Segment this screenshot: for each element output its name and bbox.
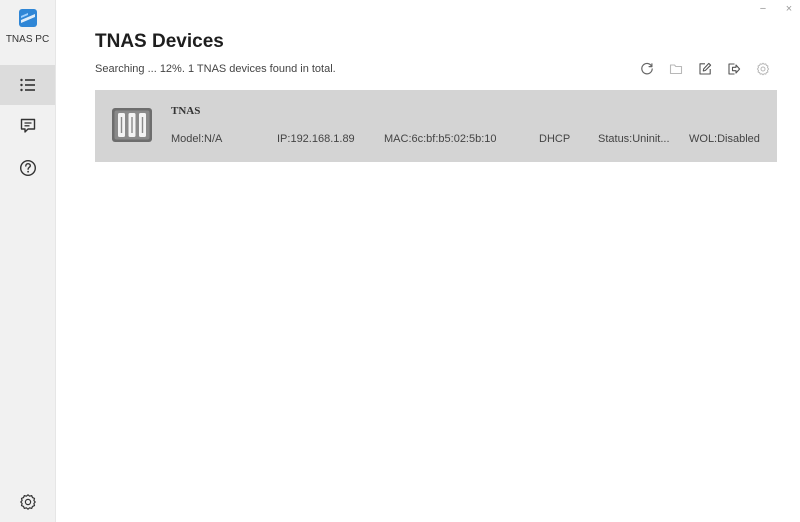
sidebar-item-device-list[interactable] (0, 65, 55, 105)
refresh-icon (641, 62, 653, 75)
open-folder-button[interactable] (667, 60, 685, 78)
device-mac: MAC:6c:bf:b5:02:5b:10 (384, 133, 497, 145)
sidebar-item-help[interactable] (0, 148, 55, 188)
main-panel: TNAS Devices Searching ... 12%. 1 TNAS d… (55, 0, 800, 522)
brand-label: TNAS PC (5, 34, 50, 45)
sidebar-settings-button[interactable] (0, 482, 55, 522)
list-icon (19, 78, 35, 92)
device-status: Status:Uninit... (598, 133, 670, 145)
edit-button[interactable] (696, 60, 714, 78)
brand: TNAS PC (0, 8, 55, 45)
device-wol: WOL:Disabled (689, 133, 760, 145)
device-settings-button[interactable] (754, 60, 772, 78)
sidebar: TNAS PC (0, 0, 56, 522)
device-card[interactable]: TNAS Model:N/A IP:192.168.1.89 MAC:6c:bf… (95, 90, 777, 162)
gear-icon (19, 494, 36, 510)
edit-icon (699, 62, 712, 75)
export-button[interactable] (725, 60, 743, 78)
export-icon (728, 63, 741, 75)
search-status: Searching ... 12%. 1 TNAS devices found … (95, 63, 336, 75)
device-name: TNAS (171, 105, 201, 117)
refresh-button[interactable] (638, 60, 656, 78)
nas-device-icon (112, 108, 152, 142)
toolbar (627, 60, 772, 78)
help-circle-icon (19, 159, 36, 177)
sidebar-item-feedback[interactable] (0, 106, 55, 146)
app-window: TNAS PC − × TNAS Devices Searching ... 1… (0, 0, 800, 522)
tnas-logo-icon (18, 9, 37, 27)
folder-icon (669, 64, 683, 75)
device-network-mode: DHCP (539, 133, 571, 145)
device-model: Model:N/A (171, 133, 223, 145)
settings-icon (756, 62, 770, 76)
device-ip: IP:192.168.1.89 (277, 133, 355, 145)
page-title: TNAS Devices (95, 31, 224, 52)
message-icon (20, 118, 35, 133)
